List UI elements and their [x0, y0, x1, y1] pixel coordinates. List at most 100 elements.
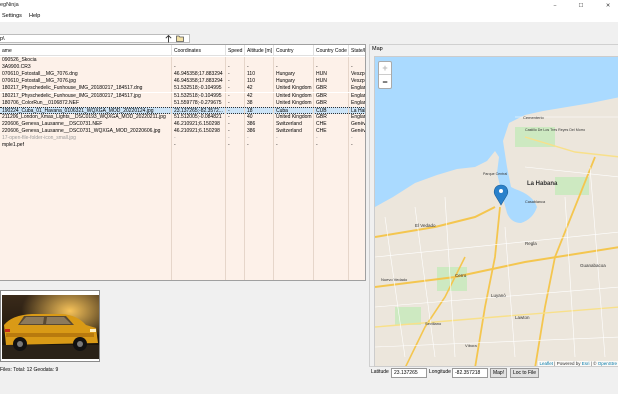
table-cell: 51.559778;-0.279675: [172, 99, 226, 107]
column-header[interactable]: Speed: [226, 45, 245, 56]
table-row[interactable]: mple1.pef - - - - - -: [0, 142, 365, 150]
table-cell: 46.210921;6.150298: [172, 120, 226, 128]
osm-link[interactable]: OpenStre: [598, 361, 617, 366]
table-cell: 386: [245, 128, 274, 136]
table-cell: Hungary: [274, 78, 314, 86]
map-label-4: Luyanó: [491, 293, 506, 298]
table-cell: GBR: [314, 85, 349, 93]
table-cell: 51.532518;-0.104995: [172, 85, 226, 93]
table-cell: CHE: [314, 120, 349, 128]
map-label-1: Cementerio: [523, 115, 544, 120]
map-label-12: Parque Central: [483, 172, 507, 176]
table-row[interactable]: 17-open-file-folder-icon_small.jpg - - - - - -: [0, 135, 365, 143]
loc-to-file-button[interactable]: Loc to File: [510, 368, 539, 378]
map-button[interactable]: Map!: [490, 368, 507, 378]
status-text: Files: Total: 12 Geodata: 9: [0, 367, 59, 373]
table-cell: United Kingdom: [274, 85, 314, 93]
table-cell: Veszpr: [349, 78, 365, 85]
table-row[interactable]: 220606_Geneva_Lausanne__DSC0731_WQXGA_MO…: [0, 128, 365, 136]
path-field[interactable]: p\: [0, 34, 190, 43]
table-row[interactable]: 190224_Cuba_01_Havana_0106321_WQXGA_MOD_…: [0, 106, 365, 115]
column-header[interactable]: ame: [0, 45, 172, 56]
column-header[interactable]: Coordinates: [172, 45, 226, 56]
table-cell: 42: [245, 92, 274, 100]
longitude-input[interactable]: -82.357218: [452, 368, 488, 378]
table-cell: Englan: [349, 93, 365, 100]
table-cell: 38: [245, 99, 274, 107]
map-label-city: La Habana: [527, 181, 558, 187]
menu-settings[interactable]: Settings: [2, 13, 22, 19]
grid-empty-area: [0, 149, 365, 280]
table-row[interactable]: 180706_ColorRun__0106872.NEF 51.559778;-0…: [0, 99, 365, 107]
column-header[interactable]: Country: [274, 45, 314, 56]
minimize-button[interactable]: −: [548, 1, 562, 10]
table-cell: 386: [245, 120, 274, 128]
table-cell: [245, 57, 274, 65]
maximize-button[interactable]: ☐: [574, 1, 588, 10]
table-cell: 211206_London_Xmas_Lights__DSC0193_WQXGA…: [0, 113, 172, 121]
table-cell: -: [274, 142, 314, 150]
table-cell: -: [245, 142, 274, 150]
table-cell: -: [226, 120, 245, 128]
grid-line: [225, 149, 226, 280]
table-cell: Genève: [349, 128, 365, 135]
column-header[interactable]: State/P: [349, 45, 365, 56]
table-cell: -: [245, 135, 274, 143]
table-cell: -: [226, 64, 245, 72]
grid-line: [313, 149, 314, 280]
grid-line: [273, 149, 274, 280]
zoom-out-button[interactable]: −: [379, 75, 391, 88]
column-header[interactable]: Country Code: [314, 45, 349, 56]
table-cell: HUN: [314, 71, 349, 79]
table-cell: -: [314, 135, 349, 143]
table-cell: GBR: [314, 99, 349, 107]
menu-bar: Settings Help: [0, 11, 618, 22]
table-cell: -: [172, 142, 226, 150]
leaflet-link[interactable]: Leaflet: [540, 361, 554, 366]
column-header[interactable]: Altitude [m]: [245, 45, 274, 56]
map-label-3: Cerro: [455, 273, 467, 278]
table-cell: 070610_Fotostall__MG_7076.dng: [0, 71, 172, 79]
table-row[interactable]: 211206_London_Xmas_Lights__DSC0193_WQXGA…: [0, 113, 365, 121]
table-row[interactable]: 090526_Skocia: [0, 57, 365, 65]
table-row[interactable]: 180217_Physchedelic_Funhouse_IMG_2018021…: [0, 92, 365, 100]
table-cell: -: [314, 64, 349, 72]
map-view[interactable]: La Habana Castillo De Los Tres Reyes Del…: [374, 56, 618, 367]
map-tab[interactable]: Map: [372, 46, 383, 52]
table-cell: -: [226, 99, 245, 107]
table-cell: 220606_Geneva_Lausanne__DSC0731.NEF: [0, 120, 172, 128]
table-row[interactable]: 070610_Fotostall__MG_7076.jpg 46.945358;1…: [0, 78, 365, 86]
folder-icon[interactable]: [175, 34, 184, 43]
zoom-control: + −: [378, 61, 392, 89]
table-cell: 40: [245, 113, 274, 121]
zoom-in-button[interactable]: +: [379, 62, 391, 75]
latitude-label: Latitude: [371, 369, 389, 375]
map-label-0: Castillo De Los Tres Reyes Del Morro: [525, 128, 585, 132]
table-cell: GBR: [314, 92, 349, 100]
map-label-2: El Vedado: [415, 223, 436, 228]
map-label-7: Nuevo Vedado: [381, 277, 408, 282]
table-cell: 46.945358;17.883294: [172, 78, 226, 86]
table-cell: Englan: [349, 100, 365, 107]
table-cell: 090526_Skocia: [0, 57, 172, 65]
arrow-up-icon[interactable]: [164, 34, 173, 43]
table-cell: -: [172, 64, 226, 72]
file-grid[interactable]: ame Coordinates Speed Altitude [m] Country Co…: [0, 44, 366, 281]
close-button[interactable]: ✕: [601, 1, 615, 10]
latitude-input[interactable]: 23.137265: [391, 368, 427, 378]
table-row[interactable]: 180217_Physchedelic_Funhouse_IMG_2018021…: [0, 85, 365, 93]
table-row[interactable]: 3A9900.CR3- - - - - -: [0, 64, 365, 72]
table-row[interactable]: 220606_Geneva_Lausanne__DSC0731.NEF 46.21…: [0, 120, 365, 128]
longitude-label: Longitude: [429, 369, 451, 375]
table-row[interactable]: 070610_Fotostall__MG_7076.dng 46.945358;1…: [0, 71, 365, 79]
table-cell: 180217_Physchedelic_Funhouse_IMG_2018021…: [0, 92, 172, 100]
window-title: egNinja: [0, 2, 19, 8]
table-cell: 180706_ColorRun__0106872.NEF: [0, 99, 172, 107]
menu-help[interactable]: Help: [29, 13, 40, 19]
thumbnail-image: [2, 295, 99, 359]
table-cell: 46.945358;17.883294: [172, 71, 226, 79]
table-cell: 110: [245, 71, 274, 79]
table-cell: -: [274, 64, 314, 72]
table-cell: Switzerland: [274, 128, 314, 136]
table-cell: -: [226, 92, 245, 100]
